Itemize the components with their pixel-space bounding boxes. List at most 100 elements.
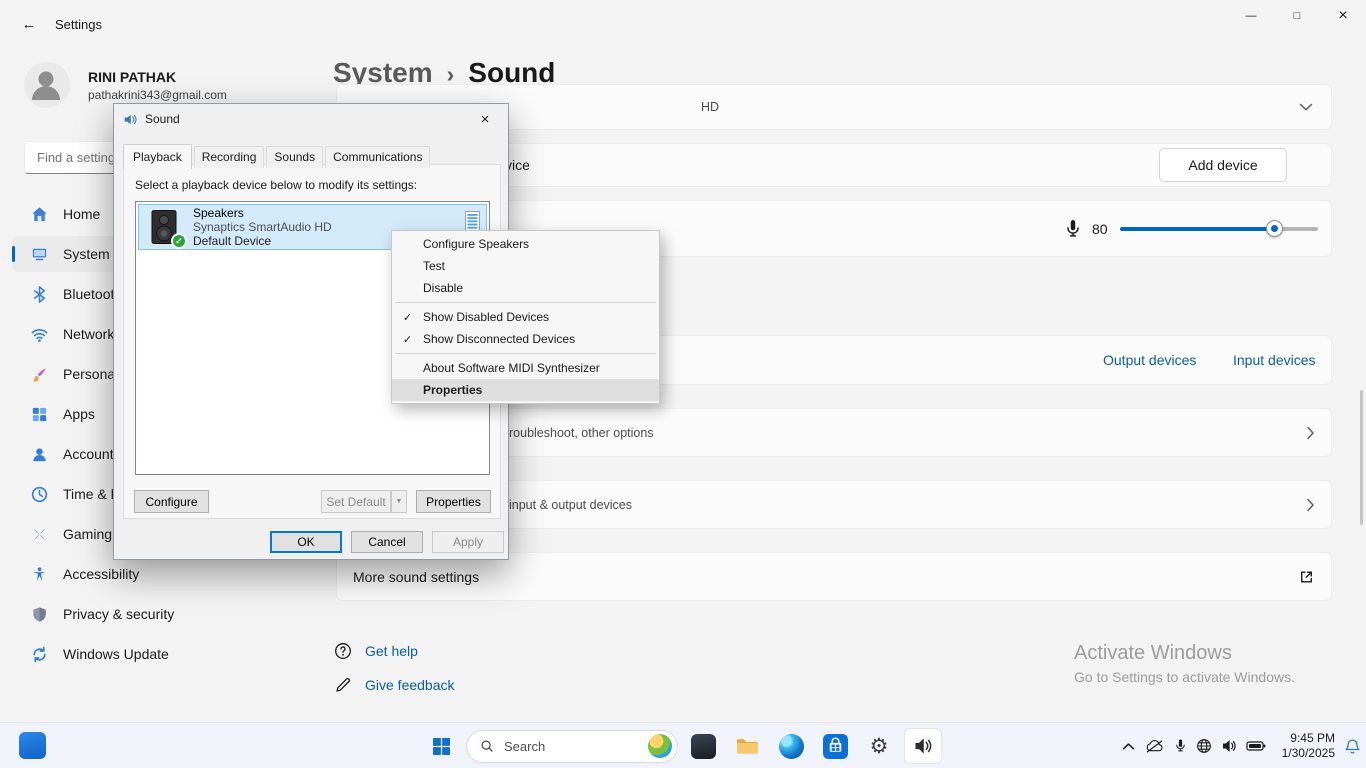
properties-button[interactable]: Properties: [416, 490, 491, 513]
dialog-titlebar[interactable]: Sound: [114, 104, 508, 134]
close-icon: ×: [481, 111, 490, 128]
dialog-tabs: Playback Recording Sounds Communications: [123, 143, 432, 168]
add-device-button[interactable]: Add device: [1159, 148, 1287, 182]
apply-button[interactable]: Apply: [432, 531, 504, 553]
set-default-dropdown-icon[interactable]: ▼: [391, 490, 407, 513]
tray-microphone-icon[interactable]: [1174, 738, 1187, 754]
taskbar-sound-dialog[interactable]: [904, 728, 942, 764]
menu-item-show-disabled-devices[interactable]: ✓ Show Disabled Devices: [392, 306, 659, 328]
volume-slider[interactable]: [1120, 220, 1318, 238]
sidebar-item-accessibility[interactable]: Accessibility: [12, 556, 312, 592]
chevron-down-icon[interactable]: [1299, 103, 1313, 112]
close-button[interactable]: ×: [1320, 0, 1366, 32]
activate-windows-subtext: Go to Settings to activate Windows.: [1074, 669, 1295, 685]
brush-icon: [30, 365, 49, 384]
device-text: Speakers Synaptics SmartAudio HD Default…: [193, 207, 332, 248]
get-help-link[interactable]: Get help: [334, 642, 418, 660]
tab-sounds[interactable]: Sounds: [266, 146, 323, 168]
tray-speaker-icon[interactable]: [1221, 738, 1237, 754]
account-text: RINI PATHAK pathakrini343@gmail.com: [88, 69, 227, 102]
set-default-button[interactable]: Set Default: [321, 490, 391, 513]
sidebar-label: Windows Update: [63, 646, 169, 662]
sidebar-item-windows-update[interactable]: Windows Update: [12, 636, 312, 672]
taskbar-edge[interactable]: [772, 728, 810, 764]
notification-bell-icon[interactable]: [1344, 738, 1361, 755]
menu-separator: [395, 302, 656, 303]
volume-value: 80: [1092, 221, 1108, 237]
more-sound-settings-label: More sound settings: [353, 569, 479, 585]
cancel-button[interactable]: Cancel: [351, 531, 423, 553]
tab-communications[interactable]: Communications: [325, 146, 430, 168]
folder-icon: [735, 736, 760, 757]
clock-icon: [30, 485, 49, 504]
output-devices-link[interactable]: Output devices: [1103, 352, 1196, 368]
clock[interactable]: 9:45 PM 1/30/2025: [1275, 731, 1335, 761]
give-feedback-link[interactable]: Give feedback: [334, 676, 455, 694]
input-devices-link[interactable]: Input devices: [1233, 352, 1316, 368]
account-block[interactable]: RINI PATHAK pathakrini343@gmail.com: [24, 62, 227, 108]
maximize-button[interactable]: □: [1274, 0, 1320, 32]
menu-item-label: Disable: [423, 281, 463, 295]
sidebar-label: Gaming: [63, 526, 112, 542]
taskbar-center: Search ⚙: [422, 728, 942, 764]
all-devices-fragment: input & output devices: [509, 498, 632, 512]
dialog-close-button[interactable]: ×: [463, 105, 507, 133]
tab-recording[interactable]: Recording: [194, 146, 265, 168]
menu-item-properties[interactable]: Properties: [392, 379, 659, 401]
dark-app-icon: [691, 734, 716, 759]
edge-icon: [779, 734, 804, 759]
search-icon: [480, 739, 494, 753]
tray-chevron-up-icon[interactable]: [1122, 742, 1135, 751]
person-icon: [24, 62, 68, 106]
taskbar-search[interactable]: Search: [466, 730, 678, 763]
sidebar-label: Privacy & security: [63, 606, 174, 622]
battery-icon[interactable]: [1246, 740, 1266, 752]
back-button[interactable]: ←: [14, 11, 44, 37]
gear-icon: ⚙: [870, 736, 889, 757]
shield-icon: [30, 605, 49, 624]
minimize-icon: —: [1246, 10, 1257, 22]
ok-button[interactable]: OK: [270, 531, 342, 553]
onedrive-cloud-icon[interactable]: [1144, 739, 1165, 754]
account-name: RINI PATHAK: [88, 69, 227, 85]
menu-item-about-software-midi-synthesizer[interactable]: About Software MIDI Synthesizer: [392, 357, 659, 379]
taskbar-file-explorer[interactable]: [728, 728, 766, 764]
search-highlight-icon[interactable]: [648, 734, 672, 758]
pinned-blue-app-icon[interactable]: [19, 732, 46, 759]
activate-windows-watermark: Activate Windows: [1074, 642, 1232, 665]
sidebar-item-privacy-security[interactable]: Privacy & security: [12, 596, 312, 632]
account-email: pathakrini343@gmail.com: [88, 88, 227, 102]
device-context-menu: Configure Speakers Test Disable ✓ Show D…: [391, 230, 660, 404]
menu-item-disable[interactable]: Disable: [392, 277, 659, 299]
desktop: ← Settings — □ × RINI PATHAK pathakrini3…: [0, 0, 1366, 768]
apps-grid-icon: [30, 405, 49, 424]
device-status: Default Device: [193, 235, 332, 248]
app-title: Settings: [55, 17, 102, 32]
taskbar-store[interactable]: [816, 728, 854, 764]
start-button[interactable]: [422, 728, 460, 764]
minimize-button[interactable]: —: [1228, 0, 1274, 32]
output-device-fragment: HD: [701, 100, 719, 114]
accessibility-icon: [30, 565, 49, 584]
menu-item-show-disconnected-devices[interactable]: ✓ Show Disconnected Devices: [392, 328, 659, 350]
chevron-right-icon: [1306, 498, 1315, 512]
window-controls: — □ ×: [1228, 0, 1366, 32]
menu-item-label: Show Disabled Devices: [423, 310, 549, 324]
slider-handle[interactable]: [1266, 220, 1283, 237]
taskbar-dark-app[interactable]: [684, 728, 722, 764]
close-icon: ×: [1338, 7, 1347, 25]
network-globe-icon[interactable]: [1196, 738, 1212, 754]
dialog-title: Sound: [145, 112, 180, 126]
back-arrow-icon: ←: [22, 16, 37, 33]
taskbar-settings[interactable]: ⚙: [860, 728, 898, 764]
sidebar-label: Apps: [63, 406, 95, 422]
dialog-instruction: Select a playback device below to modify…: [135, 178, 417, 192]
menu-item-test[interactable]: Test: [392, 255, 659, 277]
tab-playback[interactable]: Playback: [123, 144, 192, 169]
update-icon: [30, 645, 49, 664]
menu-item-configure-speakers[interactable]: Configure Speakers: [392, 233, 659, 255]
taskbar: Search ⚙ 9:45 PM 1/: [0, 722, 1366, 768]
configure-button[interactable]: Configure: [134, 490, 209, 513]
slider-fill: [1120, 227, 1273, 231]
scrollbar-thumb[interactable]: [1360, 390, 1363, 525]
